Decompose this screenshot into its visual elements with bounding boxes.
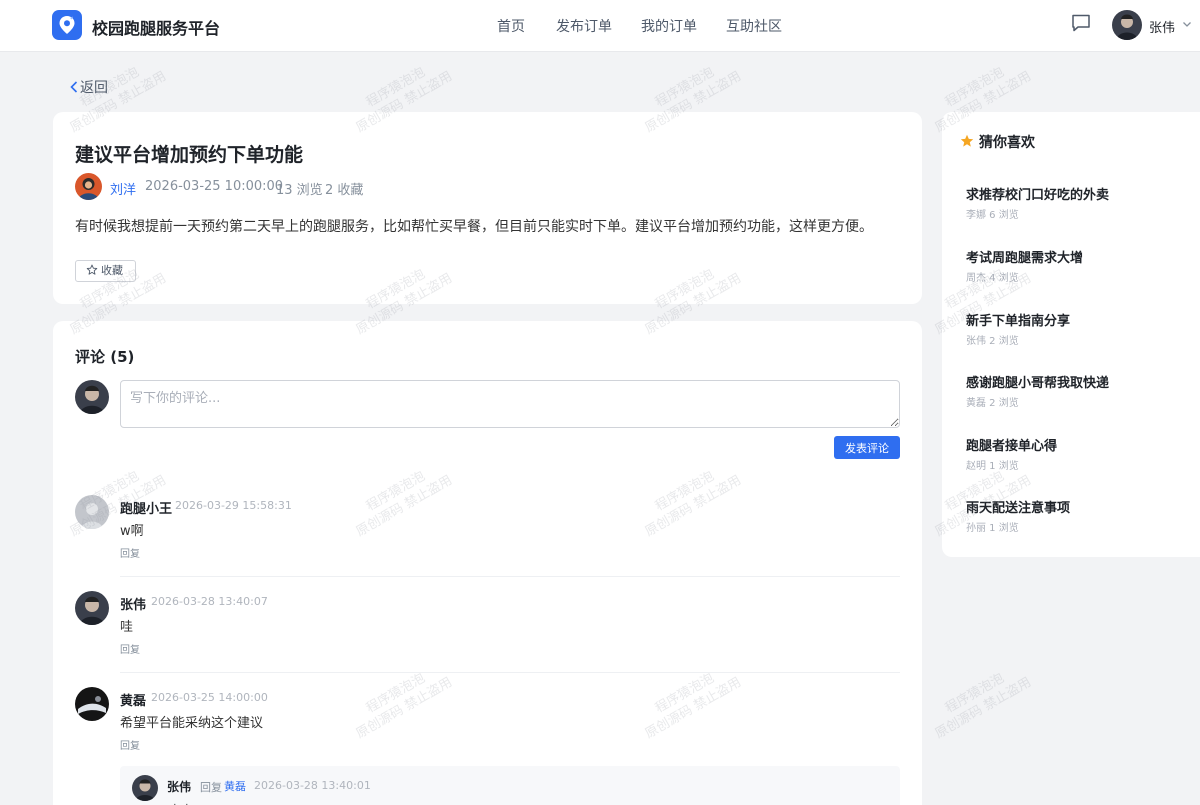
comment-text: 希望平台能采纳这个建议 (120, 716, 264, 731)
recommend-item-meta: 张伟 2 浏览 (966, 336, 1019, 347)
recommend-item-meta: 孙丽 1 浏览 (966, 523, 1019, 534)
app-logo[interactable] (52, 10, 82, 40)
watermark: 程序猿泡泡 原创源码 禁止盗用 (932, 670, 1034, 742)
comment-time: 2026-03-29 15:58:31 (175, 499, 292, 512)
comment-avatar[interactable] (75, 591, 109, 625)
back-label: 返回 (80, 80, 108, 96)
post-views: 13 浏览 (276, 183, 323, 198)
recommend-item-title[interactable]: 求推荐校门口好吃的外卖 (966, 184, 1109, 203)
comment-author[interactable]: 张伟 (120, 594, 146, 613)
post-content: 有时候我想提前一天预约第二天早上的跑腿服务，比如帮忙买早餐，但目前只能实时下单。… (75, 219, 873, 235)
user-avatar[interactable] (1112, 10, 1142, 40)
chevron-down-icon[interactable] (1182, 19, 1192, 29)
nav-my-orders[interactable]: 我的订单 (641, 16, 697, 36)
comment-input[interactable] (120, 380, 900, 428)
reply-time: 2026-03-28 13:40:01 (254, 779, 371, 792)
post-author[interactable]: 刘洋 (110, 179, 136, 198)
comment-divider (120, 576, 900, 577)
reply-text: 哇哇 (167, 801, 191, 805)
nav-publish-order[interactable]: 发布订单 (556, 16, 612, 36)
post-card: 建议平台增加预约下单功能 刘洋 2026-03-25 10:00:00 13 浏… (53, 112, 922, 304)
submit-comment-button[interactable]: 发表评论 (834, 436, 900, 459)
location-pin-icon (59, 16, 75, 34)
nav-home[interactable]: 首页 (497, 16, 525, 36)
recommend-item-title[interactable]: 跑腿者接单心得 (966, 435, 1057, 454)
recommend-item-meta: 李娜 6 浏览 (966, 210, 1019, 221)
reply-avatar[interactable] (132, 775, 158, 801)
recommend-item-title[interactable]: 新手下单指南分享 (966, 310, 1070, 329)
post-time: 2026-03-25 10:00:00 (145, 179, 284, 194)
app-title: 校园跑腿服务平台 (92, 19, 221, 38)
recommend-item-meta: 周杰 4 浏览 (966, 273, 1019, 284)
recommend-item-meta: 黄磊 2 浏览 (966, 398, 1019, 409)
comments-title: 评论 (5) (75, 348, 135, 366)
comment-time: 2026-03-25 14:00:00 (151, 691, 268, 704)
favorite-button[interactable]: 收藏 (75, 260, 136, 282)
reply-word: 回复 (200, 781, 222, 794)
back-button[interactable]: 返回 (70, 77, 108, 97)
comment-time: 2026-03-28 13:40:07 (151, 595, 268, 608)
recommend-item-title[interactable]: 感谢跑腿小哥帮我取快递 (966, 372, 1109, 391)
reply-target[interactable]: 黄磊 (224, 778, 246, 794)
recommend-item-title[interactable]: 雨天配送注意事项 (966, 497, 1070, 516)
post-title: 建议平台增加预约下单功能 (75, 144, 304, 166)
post-favorites: 2 收藏 (325, 183, 364, 198)
reply-author[interactable]: 张伟 (167, 778, 191, 795)
recommend-item-title[interactable]: 考试周跑腿需求大增 (966, 247, 1083, 266)
comment-author[interactable]: 跑腿小王 (120, 498, 172, 517)
comment-author[interactable]: 黄磊 (120, 690, 146, 709)
current-user-avatar (75, 380, 109, 414)
chevron-left-icon (70, 81, 78, 93)
comments-card: 评论 (5) 发表评论 跑腿小王 2026-03-29 15:58:31 w啊 … (53, 321, 922, 805)
reply-button[interactable]: 回复 (120, 737, 140, 752)
comment-text: w啊 (120, 524, 144, 539)
star-outline-icon (86, 264, 98, 275)
sidebar-title: 猜你喜欢 (979, 135, 1035, 151)
recommend-item-meta: 赵明 1 浏览 (966, 461, 1019, 472)
user-name[interactable]: 张伟 (1149, 17, 1175, 36)
nav-community[interactable]: 互助社区 (726, 16, 782, 36)
comment-avatar[interactable] (75, 495, 109, 529)
top-navbar: 校园跑腿服务平台 首页 发布订单 我的订单 互助社区 张伟 (0, 0, 1200, 52)
reply-button[interactable]: 回复 (120, 641, 140, 656)
post-author-avatar[interactable] (75, 173, 102, 200)
nested-reply: 张伟 回复 黄磊 2026-03-28 13:40:01 哇哇 (120, 766, 900, 805)
message-icon[interactable] (1071, 13, 1091, 33)
comment-avatar[interactable] (75, 687, 109, 721)
star-icon (960, 134, 974, 147)
reply-button[interactable]: 回复 (120, 545, 140, 560)
favorite-label: 收藏 (101, 264, 123, 277)
recommend-sidebar: 猜你喜欢 求推荐校门口好吃的外卖 李娜 6 浏览 考试周跑腿需求大增 周杰 4 … (942, 112, 1200, 557)
comment-text: 哇 (120, 620, 134, 635)
comment-divider (120, 672, 900, 673)
